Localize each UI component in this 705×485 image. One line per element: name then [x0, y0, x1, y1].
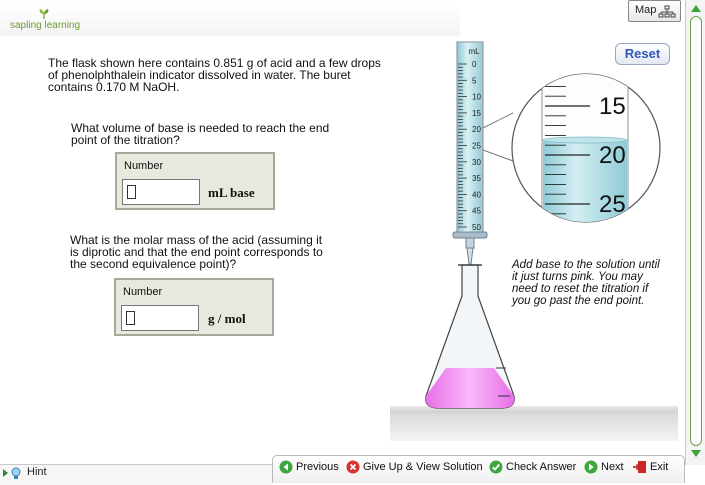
buret-scale-label: 30 — [472, 158, 481, 167]
answer-box-volume: Number mL base — [115, 152, 275, 210]
previous-arrow-icon — [279, 460, 293, 474]
give-up-label: Give Up & View Solution — [363, 461, 483, 473]
check-answer-label: Check Answer — [506, 461, 577, 473]
instructions-line: Add base to the solution until — [512, 259, 660, 271]
sapling-learning-logo: sapling learning — [10, 20, 81, 31]
next-arrow-icon — [584, 460, 598, 474]
input-cursor — [127, 185, 136, 199]
instructions-line: it just turns pink. You may — [512, 271, 643, 283]
molar-mass-input[interactable] — [121, 305, 199, 331]
problem-intro-line: contains 0.170 M NaOH. — [48, 80, 180, 94]
volume-input[interactable] — [122, 179, 200, 205]
instructions-line: need to reset the titration if — [512, 283, 649, 295]
answer-box-molar-mass: Number g / mol — [114, 278, 274, 336]
answer-box-label: Number — [124, 160, 164, 172]
volume-unit: mL base — [208, 185, 255, 200]
exit-label: Exit — [650, 461, 669, 473]
problem-intro: The flask shown here contains 0.851 g of… — [48, 57, 381, 93]
buret-nozzle — [466, 247, 474, 265]
header-bar: sapling learning — [0, 6, 460, 36]
next-label: Next — [601, 461, 624, 473]
buret-scale-label: 45 — [472, 207, 481, 216]
question-1-text: What volume of base is needed to reach t… — [71, 122, 329, 146]
buret-scale-label: 0 — [472, 60, 477, 69]
magnified-label-20: 20 — [599, 142, 626, 169]
check-icon — [489, 460, 503, 474]
magnified-label-15: 15 — [599, 93, 626, 120]
titration-apparatus: mL 0 5 10 15 20 25 30 35 40 45 50 15 20 25 — [425, 41, 661, 409]
buret-scale-label: 40 — [472, 190, 481, 199]
buret-scale-label: 10 — [472, 93, 481, 102]
stopcock[interactable] — [452, 231, 488, 239]
magnifier-connector — [482, 112, 514, 162]
instructions: Add base to the solution until it just t… — [512, 259, 682, 307]
buret-tip — [465, 237, 475, 249]
question-1-line: point of the titration? — [71, 133, 180, 147]
give-up-x-icon — [346, 460, 360, 474]
buret-liquid — [458, 43, 482, 231]
molar-mass-unit: g / mol — [208, 311, 246, 326]
buret-scale-label: 25 — [472, 142, 481, 151]
buret-scale-label: 15 — [472, 109, 481, 118]
instructions-line: you go past the end point. — [512, 295, 645, 307]
previous-label: Previous — [296, 461, 339, 473]
magnified-label-25: 25 — [599, 191, 626, 218]
sapling-leaf-icon — [39, 9, 49, 19]
answer-box-label: Number — [123, 286, 163, 298]
question-2-text: What is the molar mass of the acid (assu… — [70, 234, 323, 270]
buret-scale-label: 5 — [472, 76, 477, 85]
scroll-down-arrow-icon[interactable] — [686, 446, 705, 462]
exit-door-icon — [633, 461, 646, 473]
hint-arrow-icon — [3, 467, 21, 479]
buret-scale-label: 50 — [472, 223, 481, 232]
hint-label: Hint — [27, 466, 47, 478]
buret-unit-label: mL — [468, 47, 480, 56]
buret-scale-label: 35 — [472, 174, 481, 183]
input-cursor — [126, 311, 135, 325]
buret-scale-label: 20 — [472, 125, 481, 134]
question-2-line: the second equivalence point)? — [70, 257, 237, 271]
